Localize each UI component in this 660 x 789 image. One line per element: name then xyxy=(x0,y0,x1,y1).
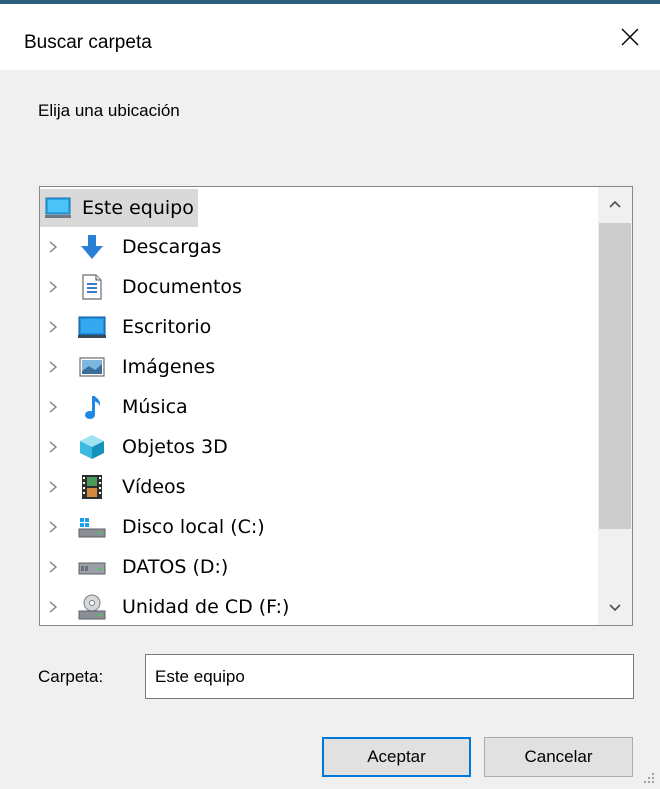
chevron-right-icon[interactable] xyxy=(45,389,61,425)
pictures-icon xyxy=(78,349,106,385)
tree-item-label: DATOS (D:) xyxy=(122,556,229,578)
browse-folder-dialog: Buscar carpeta Elija una ubicación Este … xyxy=(0,0,660,789)
folder-input[interactable] xyxy=(145,654,634,699)
resize-grip-icon[interactable] xyxy=(642,771,656,785)
tree-item-objetos-3d[interactable]: Objetos 3D xyxy=(40,429,598,465)
tree-item-label: Escritorio xyxy=(122,316,212,338)
tree-item-label: Descargas xyxy=(122,236,222,258)
download-arrow-icon xyxy=(78,229,106,265)
tree-item-videos[interactable]: Vídeos xyxy=(40,469,598,505)
tree-item-label: Documentos xyxy=(122,276,242,298)
chevron-right-icon[interactable] xyxy=(45,429,61,465)
close-button[interactable] xyxy=(600,4,660,70)
tree-item-musica[interactable]: Música xyxy=(40,389,598,425)
desktop-icon xyxy=(78,309,106,345)
folder-label: Carpeta: xyxy=(38,667,104,686)
tree-item-documentos[interactable]: Documentos xyxy=(40,269,598,305)
window-title: Buscar carpeta xyxy=(24,32,152,53)
chevron-right-icon[interactable] xyxy=(45,349,61,385)
chevron-right-icon[interactable] xyxy=(45,309,61,345)
tree-item-imagenes[interactable]: Imágenes xyxy=(40,349,598,385)
tree-item-label: Disco local (C:) xyxy=(122,516,265,538)
tree-item-label: Unidad de CD (F:) xyxy=(122,596,290,618)
chevron-right-icon[interactable] xyxy=(45,589,61,625)
tree-item-descargas[interactable]: Descargas xyxy=(40,229,598,265)
title-bar[interactable]: Buscar carpeta xyxy=(0,4,660,70)
scroll-thumb[interactable] xyxy=(599,223,631,529)
cube-3d-icon xyxy=(78,429,106,465)
computer-icon xyxy=(40,189,76,227)
tree-item-label: Imágenes xyxy=(122,356,216,378)
tree-item-label: Música xyxy=(122,396,188,418)
document-icon xyxy=(78,269,106,305)
cancel-button[interactable]: Cancelar xyxy=(484,737,633,777)
chevron-right-icon[interactable] xyxy=(45,549,61,585)
film-icon xyxy=(78,469,106,505)
drive-icon xyxy=(78,549,106,585)
accept-button[interactable]: Aceptar xyxy=(322,737,471,777)
chevron-down-icon xyxy=(609,604,621,612)
tree-item-label: Este equipo xyxy=(82,197,194,219)
chevron-right-icon[interactable] xyxy=(45,509,61,545)
scroll-down-button[interactable] xyxy=(598,591,632,625)
prompt-text: Elija una ubicación xyxy=(38,101,180,120)
chevron-right-icon[interactable] xyxy=(45,269,61,305)
windows-drive-icon xyxy=(78,509,106,545)
scroll-up-button[interactable] xyxy=(598,187,632,221)
chevron-right-icon[interactable] xyxy=(45,469,61,505)
tree-item-datos-d[interactable]: DATOS (D:) xyxy=(40,549,598,585)
tree-item-unidad-cd-f[interactable]: Unidad de CD (F:) xyxy=(40,589,598,625)
close-icon xyxy=(621,28,639,46)
music-note-icon xyxy=(78,389,106,425)
chevron-right-icon[interactable] xyxy=(45,229,61,265)
tree-item-label: Objetos 3D xyxy=(122,436,228,458)
tree-item-label: Vídeos xyxy=(122,476,186,498)
cd-drive-icon xyxy=(78,589,106,625)
tree-item-este-equipo[interactable]: Este equipo xyxy=(40,189,198,227)
vertical-scrollbar[interactable] xyxy=(598,187,632,625)
tree-item-disco-local-c[interactable]: Disco local (C:) xyxy=(40,509,598,545)
chevron-up-icon xyxy=(609,200,621,208)
folder-tree[interactable]: Este equipo Descargas Documentos Escrito… xyxy=(39,186,633,626)
tree-item-escritorio[interactable]: Escritorio xyxy=(40,309,598,345)
